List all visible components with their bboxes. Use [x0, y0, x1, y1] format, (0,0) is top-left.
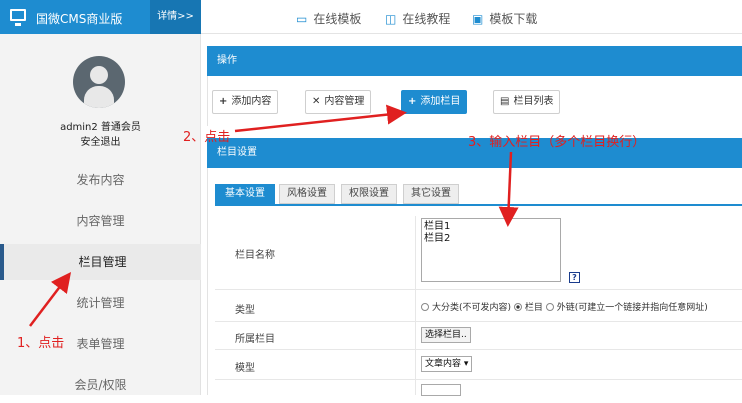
add-column-button[interactable]: + 添加栏目 — [401, 90, 468, 114]
avatar-head — [90, 66, 108, 84]
tools-icon: ✕ — [312, 96, 321, 107]
book-icon: ◫ — [385, 12, 397, 26]
add-content-button[interactable]: + 添加内容 — [212, 90, 279, 114]
sidebar-item-content[interactable]: 内容管理 — [0, 203, 201, 239]
select-column-button[interactable]: 选择栏目.. — [421, 327, 471, 343]
column-list-button[interactable]: ▤ 栏目列表 — [493, 90, 561, 114]
sidebar-item-stats[interactable]: 统计管理 — [0, 285, 201, 321]
type-option-column[interactable]: 栏目 — [513, 303, 543, 313]
content-manage-button[interactable]: ✕ 内容管理 — [305, 90, 372, 114]
avatar — [73, 56, 125, 108]
nav-online-tutorials[interactable]: ◫ 在线教程 — [385, 10, 450, 27]
brand-title: 国微CMS商业版 — [36, 12, 123, 26]
ops-toolbar: + 添加内容 ✕ 内容管理 + 添加栏目 ▤ 栏目列表 — [207, 76, 742, 126]
row-type: 类型 大分类(不可发内容) 栏目 外链(可建立一个链接并指向任意网址) — [215, 290, 742, 322]
download-icon: ▣ — [472, 12, 484, 26]
row-divider — [415, 290, 416, 321]
type-label: 类型 — [235, 305, 255, 316]
column-name-textarea[interactable]: 栏目1 栏目2 — [421, 218, 561, 282]
model-select[interactable]: 文章内容 ▾ — [421, 356, 473, 372]
help-icon[interactable]: ? — [569, 272, 580, 283]
main-area: 操作 + 添加内容 ✕ 内容管理 + 添加栏目 ▤ 栏目列表 栏目设置 基本设置 风格设… — [207, 46, 742, 396]
avatar-body — [84, 86, 114, 108]
radio-checked-icon — [513, 303, 522, 311]
type-option-category[interactable]: 大分类(不可发内容) — [421, 303, 511, 313]
top-bar: 国微CMS商业版 详情>> ▭ 在线模板 ◫ 在线教程 ▣ 模板下载 — [0, 0, 742, 34]
row-model: 模型 文章内容 ▾ — [215, 350, 742, 380]
nav-online-templates[interactable]: ▭ 在线模板 — [296, 10, 361, 27]
tab-basic[interactable]: 基本设置 — [215, 184, 275, 204]
monitor-icon — [10, 9, 26, 26]
brand-bar: 国微CMS商业版 详情>> — [0, 0, 201, 34]
ops-panel-header: 操作 — [207, 46, 742, 76]
sidebar-item-members[interactable]: 会员/权限 — [0, 367, 201, 403]
annotation-step2: 2、点击 — [183, 130, 231, 145]
tab-underline — [215, 204, 742, 206]
row-divider — [415, 216, 416, 289]
settings-panel: 基本设置 风格设置 权限设置 其它设置 栏目名称 栏目1 栏目2 ? 类型 大分… — [207, 168, 742, 396]
row-next — [215, 380, 742, 396]
sidebar-item-publish[interactable]: 发布内容 — [0, 162, 201, 198]
row-column-name: 栏目名称 栏目1 栏目2 ? — [215, 216, 742, 290]
column-name-label: 栏目名称 — [235, 250, 275, 261]
plus-icon: + — [408, 96, 417, 107]
annotation-step1: 1、点击 — [17, 336, 65, 351]
logout-link[interactable]: 安全退出 — [0, 133, 201, 148]
row-divider — [415, 350, 416, 379]
list-icon: ▤ — [500, 96, 510, 107]
sidebar-item-columns[interactable]: 栏目管理 — [0, 244, 201, 280]
tab-style[interactable]: 风格设置 — [279, 184, 335, 204]
annotation-step3: 3、输入栏目（多个栏目换行） — [468, 135, 646, 150]
model-label: 模型 — [235, 363, 255, 374]
monitor-icon: ▭ — [296, 12, 308, 26]
detail-link[interactable]: 详情>> — [150, 0, 201, 34]
row-divider — [415, 322, 416, 349]
tab-other[interactable]: 其它设置 — [403, 184, 459, 204]
type-options: 大分类(不可发内容) 栏目 外链(可建立一个链接并指向任意网址) — [421, 300, 708, 313]
dropdown-arrow-icon: ▾ — [463, 359, 469, 369]
row-parent-column: 所属栏目 选择栏目.. — [215, 322, 742, 350]
next-field[interactable] — [421, 384, 461, 396]
nav-template-download[interactable]: ▣ 模板下载 — [472, 10, 537, 27]
type-option-link[interactable]: 外链(可建立一个链接并指向任意网址) — [545, 303, 708, 313]
tab-permission[interactable]: 权限设置 — [341, 184, 397, 204]
row-divider — [415, 380, 416, 395]
parent-column-label: 所属栏目 — [235, 334, 275, 345]
user-name: admin2 普通会员 — [60, 122, 141, 133]
plus-icon: + — [219, 96, 228, 107]
radio-icon — [421, 303, 429, 311]
radio-icon — [545, 303, 554, 311]
